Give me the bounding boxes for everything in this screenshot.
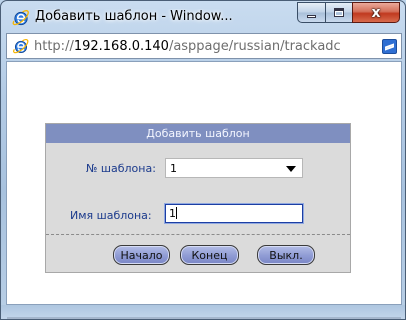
add-template-form: Добавить шаблон № шаблона: 1 Имя шаблона… [45,123,351,273]
caption-buttons: x [297,2,400,23]
minimize-icon [307,15,316,18]
chevron-down-icon[interactable] [286,166,296,172]
url-host: 192.168.0.140 [73,39,169,54]
address-url[interactable]: http://192.168.0.140/asppage/russian/tra… [34,39,379,54]
close-button[interactable]: x [352,2,400,23]
title-bar[interactable]: Добавить шаблон - Window... x [1,1,405,31]
maximize-icon [334,8,344,17]
window-title: Добавить шаблон - Window... [35,9,233,24]
page-content: Добавить шаблон № шаблона: 1 Имя шаблона… [6,61,402,305]
page-ie-icon [13,38,29,54]
window-bottom-frame [1,305,405,319]
template-name-value: 1 [169,207,176,220]
browser-popup-window: Добавить шаблон - Window... x http://192… [0,0,406,320]
template-name-input[interactable]: 1 [164,203,304,224]
template-name-label: Имя шаблона: [70,209,152,222]
off-button[interactable]: Выкл. [257,245,315,265]
template-number-value: 1 [170,162,177,175]
template-number-select[interactable]: 1 [165,158,303,178]
compatibility-view-icon[interactable] [382,39,397,54]
minimize-button[interactable] [297,2,325,23]
start-button[interactable]: Начало [113,245,170,265]
template-number-label: № шаблона: [86,162,156,175]
url-path: /asppage/russian/trackadc [168,39,341,54]
close-icon: x [371,4,381,21]
url-prefix: http:// [34,39,74,54]
form-header: Добавить шаблон [46,124,350,143]
end-button[interactable]: Конец [180,245,239,265]
resize-edge[interactable] [7,317,401,319]
text-caret [176,207,177,219]
internet-explorer-icon [12,10,29,26]
address-bar[interactable]: http://192.168.0.140/asppage/russian/tra… [6,33,402,59]
maximize-button[interactable] [325,2,352,23]
dashed-divider [46,234,350,235]
